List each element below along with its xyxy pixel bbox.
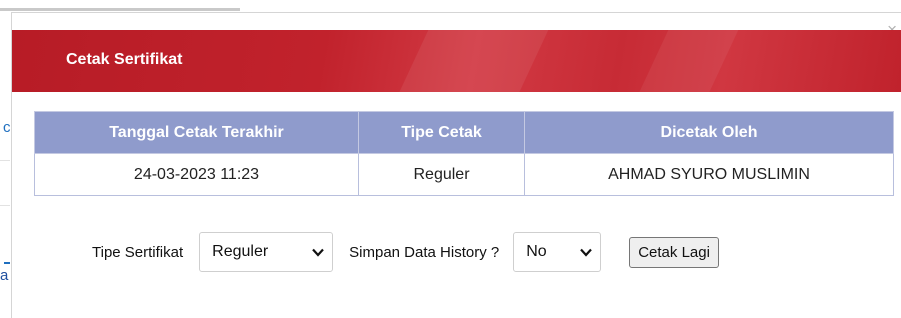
modal-header: Cetak Sertifikat bbox=[12, 30, 901, 92]
cell-print-type: Reguler bbox=[358, 153, 525, 196]
cell-printed-by: AHMAD SYURO MUSLIMIN bbox=[524, 153, 894, 196]
certificate-type-value: Reguler bbox=[212, 243, 269, 260]
chevron-down-icon bbox=[580, 245, 593, 260]
column-header-last-print-date: Tanggal Cetak Terakhir bbox=[34, 111, 359, 154]
save-history-select[interactable]: No bbox=[513, 232, 602, 272]
print-again-button[interactable]: Cetak Lagi bbox=[629, 236, 719, 268]
certificate-type-label: Tipe Sertifikat bbox=[92, 243, 184, 261]
background-link-fragment: a bbox=[0, 267, 9, 284]
save-history-value: No bbox=[526, 243, 547, 260]
save-history-label: Simpan Data History ? bbox=[349, 243, 500, 261]
background-divider bbox=[0, 160, 10, 161]
header-decoration bbox=[391, 30, 553, 92]
column-header-printed-by: Dicetak Oleh bbox=[524, 111, 894, 154]
background-divider bbox=[0, 205, 10, 206]
background-underline bbox=[4, 262, 10, 264]
cell-last-print-date: 24-03-2023 11:23 bbox=[34, 153, 359, 196]
background-divider bbox=[0, 8, 240, 11]
table-row: 24-03-2023 11:23 Reguler AHMAD SYURO MUS… bbox=[34, 153, 894, 196]
chevron-down-icon bbox=[312, 245, 324, 260]
certificate-type-select[interactable]: Reguler bbox=[199, 232, 334, 272]
table-header-row: Tanggal Cetak Terakhir Tipe Cetak Diceta… bbox=[34, 111, 894, 154]
print-certificate-modal: × Cetak Sertifikat Tanggal Cetak Terakhi… bbox=[11, 12, 901, 318]
print-options-row: Tipe Sertifikat Reguler Simpan Data Hist… bbox=[92, 232, 719, 272]
screen: c a × Cetak Sertifikat Tanggal Cetak Ter… bbox=[0, 0, 901, 318]
modal-title: Cetak Sertifikat bbox=[66, 51, 183, 68]
header-decoration bbox=[631, 30, 743, 92]
print-history-table: Tanggal Cetak Terakhir Tipe Cetak Diceta… bbox=[34, 111, 894, 196]
column-header-print-type: Tipe Cetak bbox=[358, 111, 525, 154]
background-link-fragment: c bbox=[3, 119, 11, 136]
